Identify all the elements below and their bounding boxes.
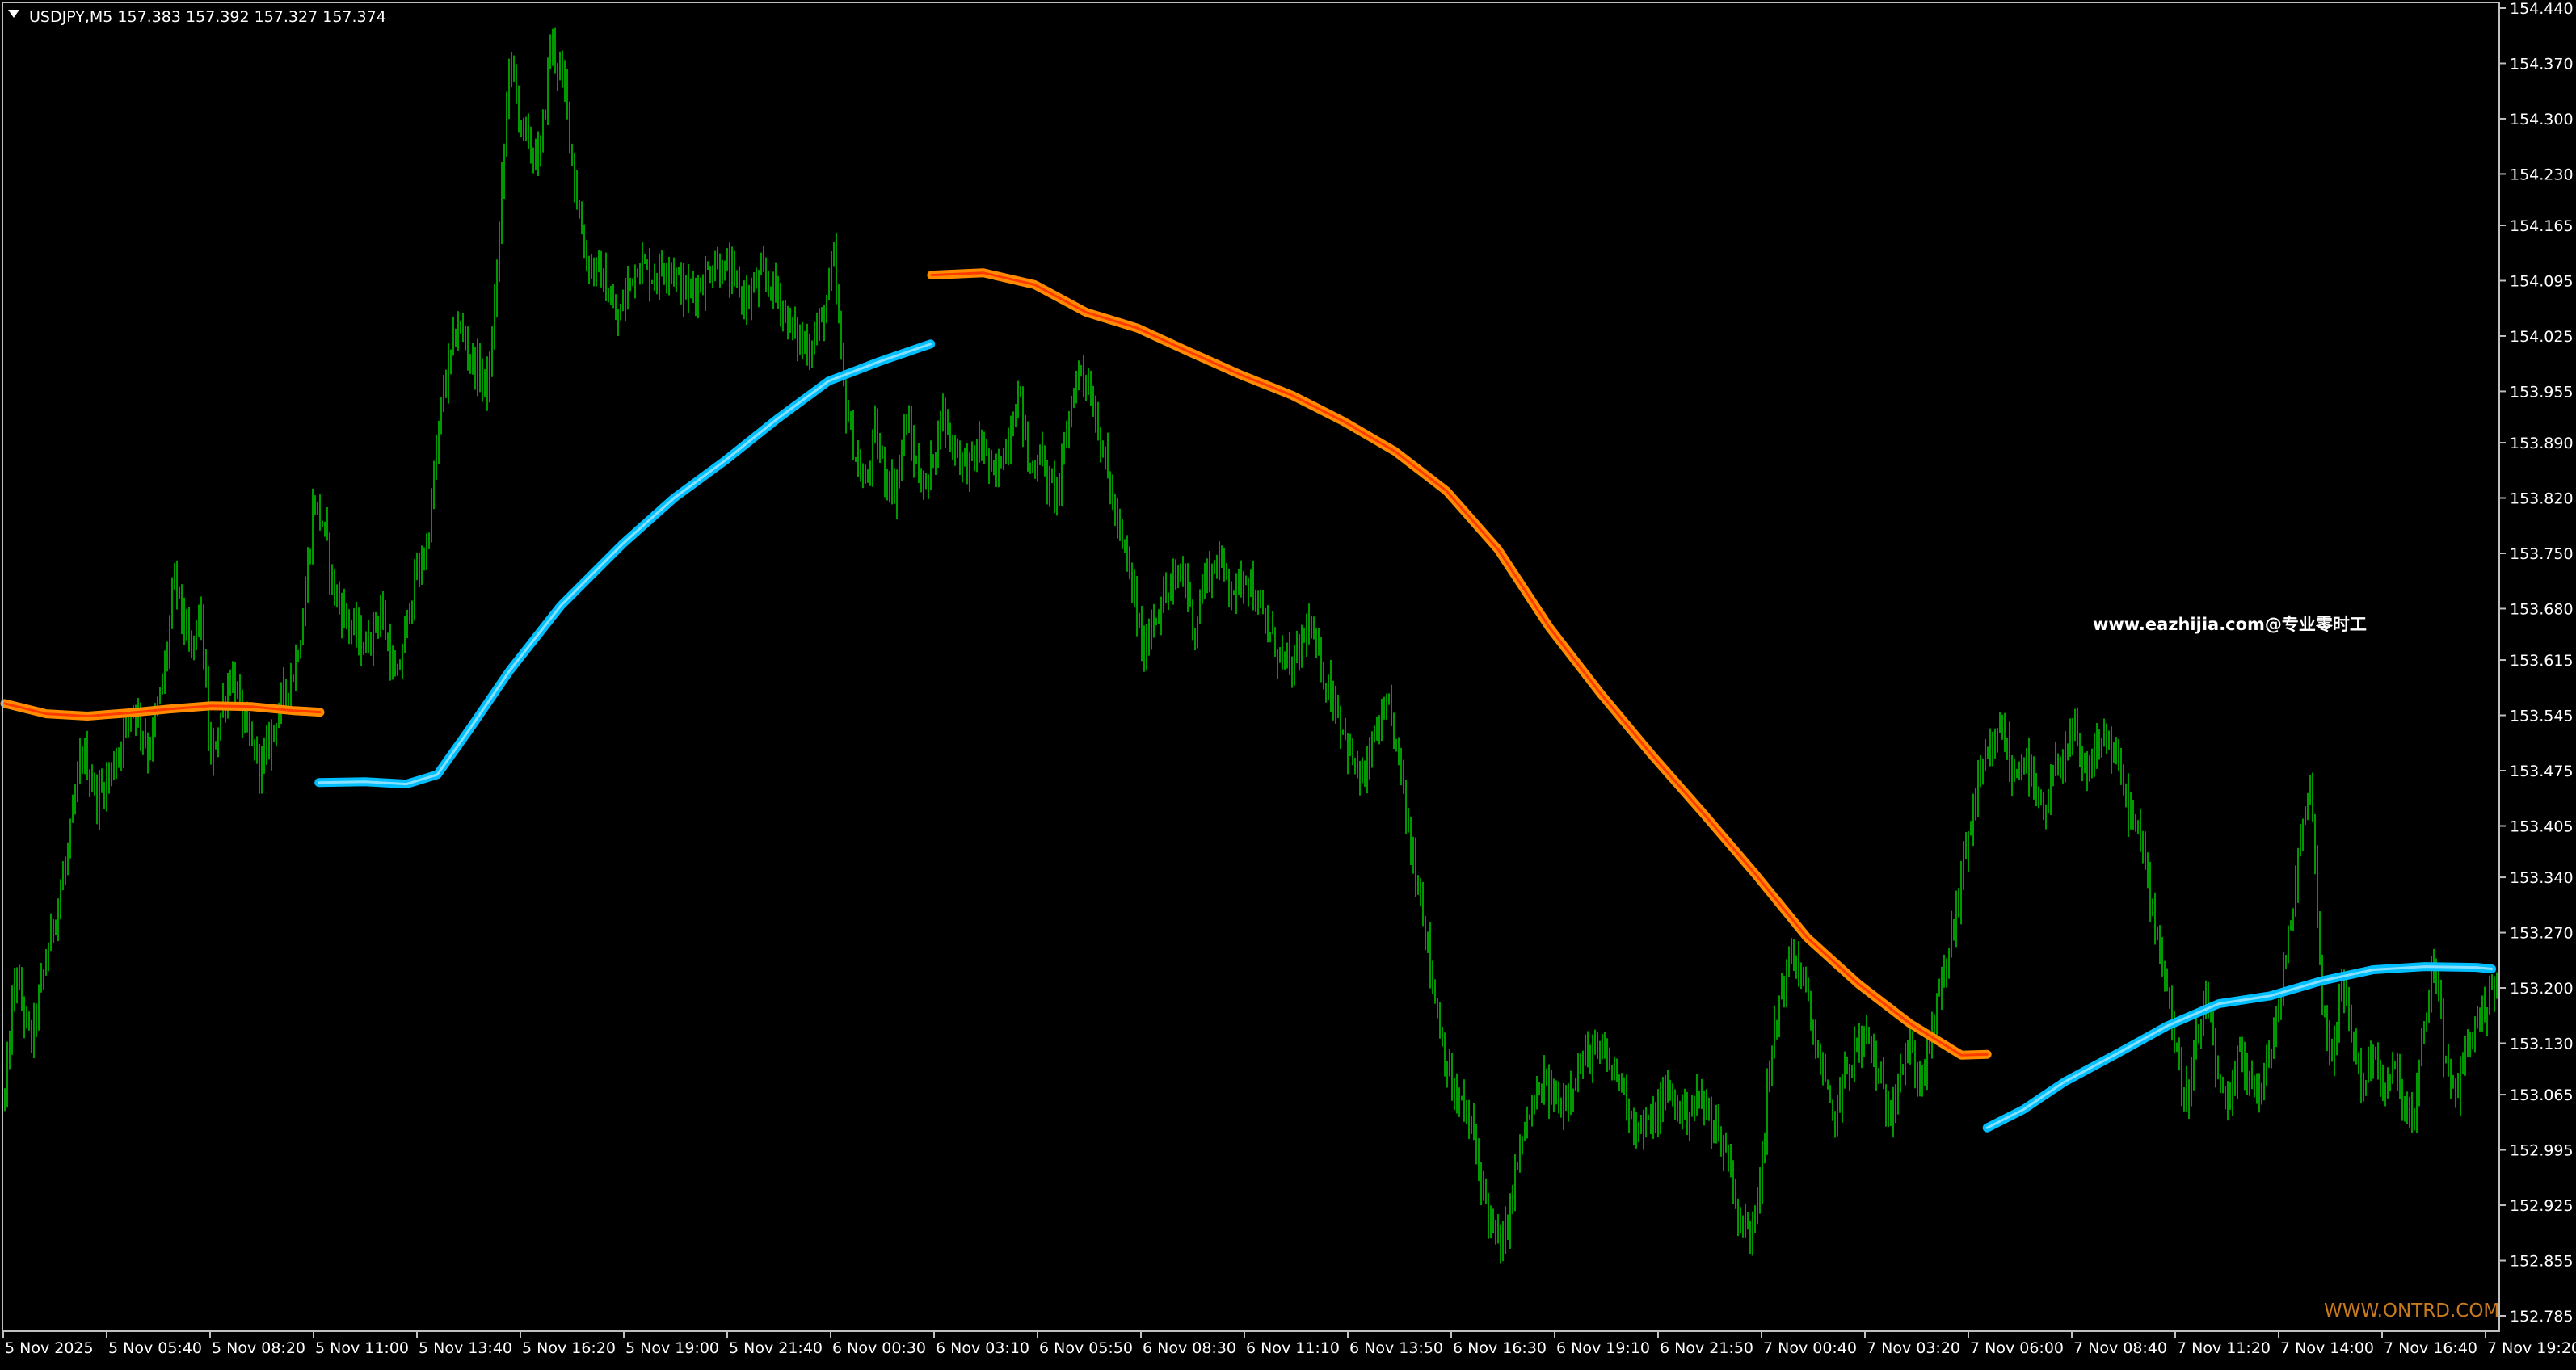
price-tick-label: 152.925	[2510, 1197, 2574, 1215]
time-tick-label: 7 Nov 11:20	[2177, 1339, 2271, 1357]
time-tick-label: 5 Nov 13:40	[419, 1339, 512, 1357]
time-tick-label: 5 Nov 11:00	[315, 1339, 409, 1357]
time-tick-label: 5 Nov 2025	[5, 1339, 94, 1357]
price-tick-label: 153.955	[2510, 383, 2574, 401]
price-tick-label: 153.615	[2510, 652, 2574, 670]
price-tick-label: 153.680	[2510, 600, 2574, 618]
watermark-corner: WWW.ONTRD.COM	[2324, 1301, 2499, 1322]
time-tick-label: 7 Nov 14:00	[2280, 1339, 2374, 1357]
price-tick-label: 154.230	[2510, 166, 2574, 183]
price-tick-label: 153.750	[2510, 545, 2574, 563]
price-tick-label: 152.995	[2510, 1142, 2574, 1160]
time-tick-label: 5 Nov 19:00	[625, 1339, 719, 1357]
time-tick-label: 6 Nov 00:30	[832, 1339, 926, 1357]
price-tick-label: 153.545	[2510, 708, 2574, 725]
price-tick-label: 153.475	[2510, 763, 2574, 780]
time-tick-label: 6 Nov 05:50	[1039, 1339, 1133, 1357]
price-tick-label: 153.405	[2510, 817, 2574, 835]
price-tick-label: 154.300	[2510, 111, 2574, 128]
time-tick-label: 6 Nov 11:10	[1246, 1339, 1340, 1357]
price-tick-label: 152.855	[2510, 1253, 2574, 1271]
time-tick-label: 5 Nov 21:40	[729, 1339, 823, 1357]
chart-background	[0, 0, 2576, 1367]
symbol-info: USDJPY,M5 157.383 157.392 157.327 157.37…	[29, 8, 386, 26]
price-tick-label: 154.025	[2510, 328, 2574, 346]
time-tick-label: 7 Nov 03:20	[1867, 1339, 1960, 1357]
price-tick-label: 153.890	[2510, 435, 2574, 452]
price-tick-label: 153.200	[2510, 980, 2574, 998]
time-tick-label: 6 Nov 03:10	[936, 1339, 1029, 1357]
price-tick-label: 153.130	[2510, 1036, 2574, 1053]
time-tick-label: 6 Nov 19:10	[1556, 1339, 1650, 1357]
time-tick-label: 6 Nov 21:50	[1660, 1339, 1753, 1357]
price-tick-label: 154.095	[2510, 272, 2574, 290]
price-tick-label: 152.785	[2510, 1308, 2574, 1326]
time-tick-label: 7 Nov 06:00	[1970, 1339, 2064, 1357]
price-tick-label: 154.165	[2510, 217, 2574, 235]
time-tick-label: 7 Nov 16:40	[2384, 1339, 2477, 1357]
time-tick-label: 6 Nov 16:30	[1453, 1339, 1547, 1357]
price-tick-label: 154.370	[2510, 55, 2574, 73]
chart-window[interactable]: 154.440 154.370 154.300 154.230 154.165 154.0…	[0, 0, 2576, 1367]
time-tick-label: 6 Nov 13:50	[1349, 1339, 1443, 1357]
price-tick-label: 154.440	[2510, 0, 2574, 18]
time-tick-label: 6 Nov 08:30	[1143, 1339, 1236, 1357]
time-tick-label: 5 Nov 16:20	[522, 1339, 616, 1357]
time-tick-label: 7 Nov 00:40	[1763, 1339, 1857, 1357]
price-tick-label: 153.820	[2510, 490, 2574, 508]
watermark-center: www.eazhijia.com@专业零时工	[2093, 615, 2367, 634]
time-tick-label: 5 Nov 05:40	[108, 1339, 202, 1357]
time-tick-label: 5 Nov 08:20	[212, 1339, 305, 1357]
price-tick-label: 153.340	[2510, 869, 2574, 887]
price-tick-label: 153.270	[2510, 925, 2574, 943]
time-tick-label: 7 Nov 19:20	[2487, 1339, 2576, 1357]
time-tick-label: 7 Nov 08:40	[2073, 1339, 2167, 1357]
price-chart[interactable]: 154.440 154.370 154.300 154.230 154.165 154.0…	[0, 0, 2576, 1367]
price-tick-label: 153.065	[2510, 1086, 2574, 1104]
